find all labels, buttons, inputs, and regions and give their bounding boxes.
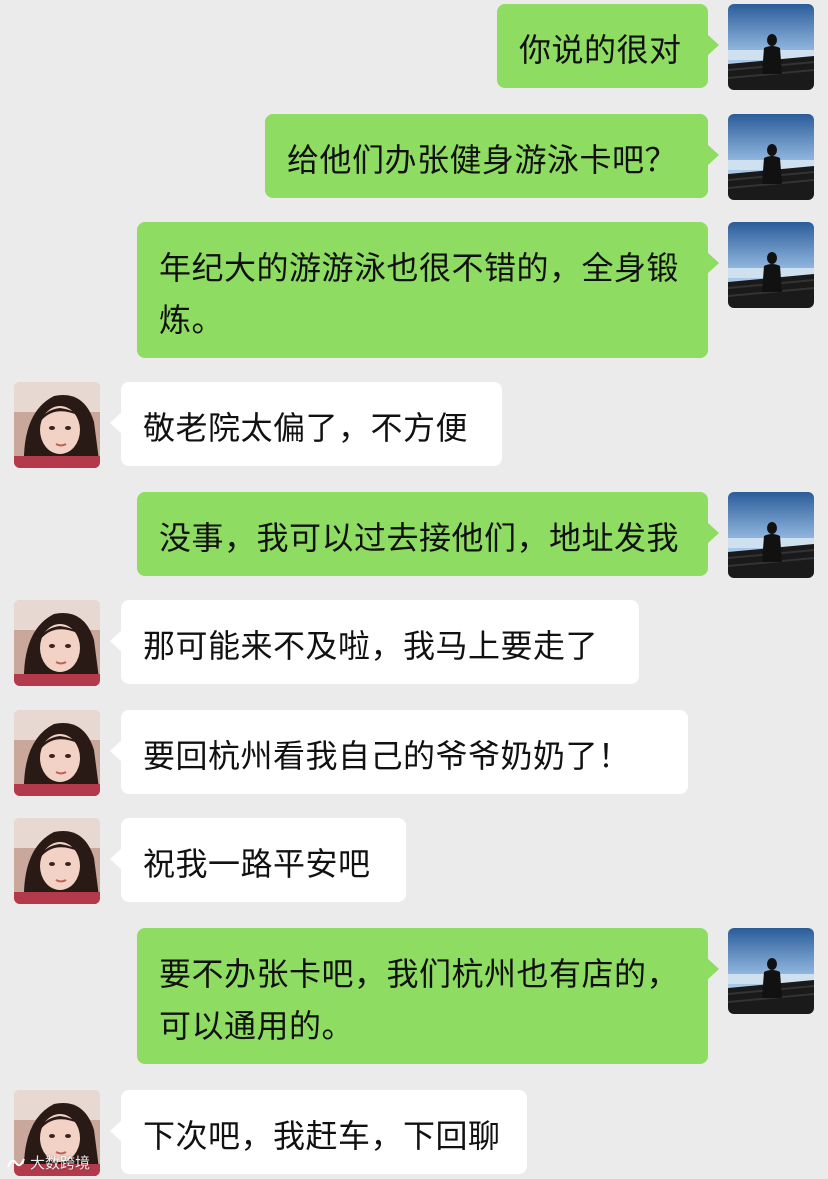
woman-portrait-icon [14, 600, 100, 686]
message-text: 下次吧，我赶车，下回聊 [143, 1117, 501, 1155]
contact-avatar[interactable] [14, 818, 100, 904]
message-text: 年纪大的游游泳也很不错的，全身锻炼。 [159, 249, 680, 339]
self-avatar[interactable] [728, 492, 814, 578]
contact-avatar[interactable] [14, 600, 100, 686]
message-text: 那可能来不及啦，我马上要走了 [143, 627, 599, 665]
watermark-text: 大数跨境 [30, 1154, 91, 1172]
message-bubble-sent[interactable]: 年纪大的游游泳也很不错的，全身锻炼。 [137, 222, 719, 358]
message-row-received: 那可能来不及啦，我马上要走了 [0, 600, 828, 686]
message-text: 要回杭州看我自己的爷爷奶奶了！ [143, 737, 631, 775]
self-avatar[interactable] [728, 114, 814, 200]
message-row-sent: 给他们办张健身游泳卡吧？ [0, 114, 828, 200]
message-bubble-received[interactable]: 祝我一路平安吧 [110, 818, 406, 902]
silhouette-by-sea-icon [728, 222, 814, 308]
contact-avatar[interactable] [14, 710, 100, 796]
message-row-sent: 年纪大的游游泳也很不错的，全身锻炼。 [0, 222, 828, 360]
message-bubble-sent[interactable]: 你说的很对 [497, 4, 719, 88]
silhouette-by-sea-icon [728, 4, 814, 90]
silhouette-by-sea-icon [728, 114, 814, 200]
message-bubble-sent[interactable]: 要不办张卡吧，我们杭州也有店的，可以通用的。 [137, 928, 719, 1064]
watermark: 大数跨境 [6, 1152, 90, 1173]
message-row-received: 敬老院太偏了，不方便 [0, 382, 828, 468]
self-avatar[interactable] [728, 222, 814, 308]
self-avatar[interactable] [728, 928, 814, 1014]
message-text: 要不办张卡吧，我们杭州也有店的，可以通用的。 [159, 955, 680, 1045]
woman-portrait-icon [14, 382, 100, 468]
self-avatar[interactable] [728, 4, 814, 90]
chat-message-list[interactable]: 你说的很对 给他们办张健身游泳卡吧？ 年纪大的游游泳也很不错的，全身锻炼。 敬老… [0, 0, 828, 1179]
message-text: 你说的很对 [519, 31, 682, 69]
message-row-received: 祝我一路平安吧 [0, 818, 828, 904]
message-bubble-received[interactable]: 敬老院太偏了，不方便 [110, 382, 502, 466]
message-bubble-received[interactable]: 下次吧，我赶车，下回聊 [110, 1090, 527, 1174]
message-row-received: 下次吧，我赶车，下回聊 [0, 1090, 828, 1176]
message-bubble-received[interactable]: 要回杭州看我自己的爷爷奶奶了！ [110, 710, 688, 794]
message-row-sent: 要不办张卡吧，我们杭州也有店的，可以通用的。 [0, 928, 828, 1066]
message-row-sent: 你说的很对 [0, 4, 828, 90]
message-text: 没事，我可以过去接他们，地址发我 [159, 519, 680, 557]
woman-portrait-icon [14, 710, 100, 796]
message-bubble-sent[interactable]: 没事，我可以过去接他们，地址发我 [137, 492, 719, 576]
contact-avatar[interactable] [14, 382, 100, 468]
message-bubble-sent[interactable]: 给他们办张健身游泳卡吧？ [265, 114, 719, 198]
silhouette-by-sea-icon [728, 928, 814, 1014]
message-text: 敬老院太偏了，不方便 [143, 409, 469, 447]
message-text: 给他们办张健身游泳卡吧？ [287, 141, 678, 179]
woman-portrait-icon [14, 818, 100, 904]
silhouette-by-sea-icon [728, 492, 814, 578]
message-text: 祝我一路平安吧 [143, 845, 371, 883]
brand-logo-icon [7, 1158, 25, 1167]
message-bubble-received[interactable]: 那可能来不及啦，我马上要走了 [110, 600, 639, 684]
message-row-sent: 没事，我可以过去接他们，地址发我 [0, 492, 828, 578]
message-row-received: 要回杭州看我自己的爷爷奶奶了！ [0, 710, 828, 796]
